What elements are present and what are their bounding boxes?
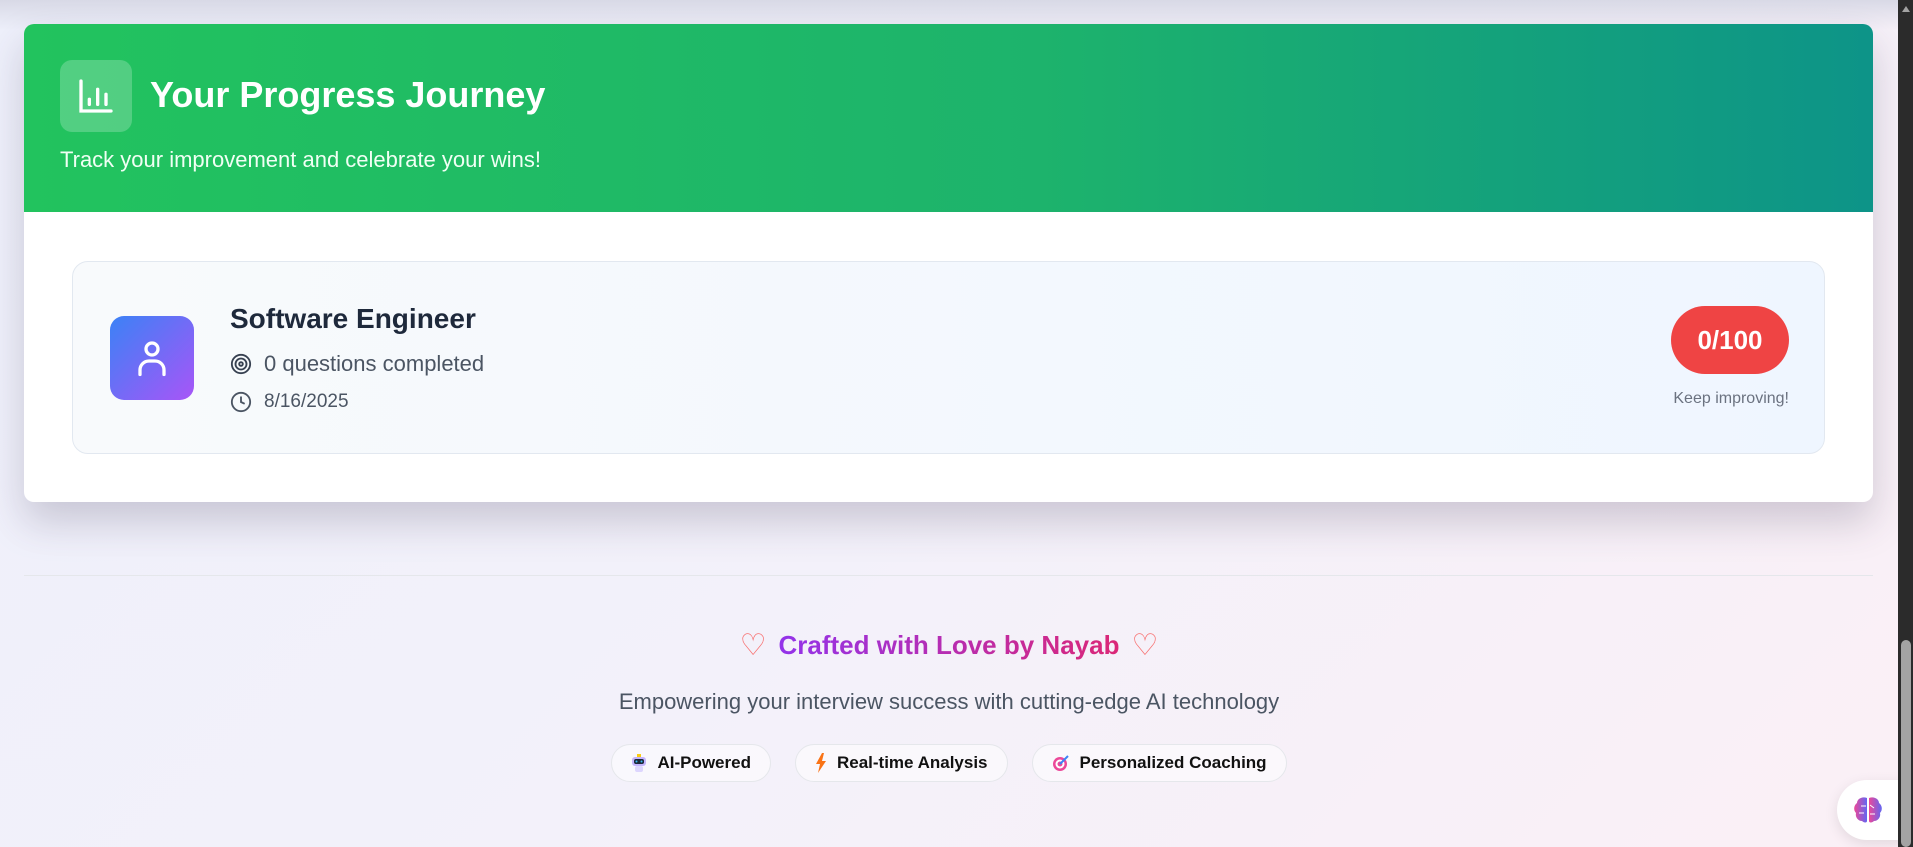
score-feedback: Keep improving! xyxy=(1673,390,1789,407)
chip-ai-powered: AI-Powered xyxy=(611,744,771,782)
user-icon xyxy=(110,316,194,400)
chip-personalized-coaching: Personalized Coaching xyxy=(1031,744,1287,782)
robot-icon xyxy=(632,754,647,772)
footer-tagline: Empowering your interview success with c… xyxy=(618,689,1280,714)
credit-text: Crafted with Love by Nayab xyxy=(778,630,1120,660)
chip-realtime-analysis: Real-time Analysis xyxy=(794,744,1008,782)
session-date: 8/16/2025 xyxy=(264,391,349,412)
session-role: Software Engineer xyxy=(230,303,476,334)
ai-assistant-button[interactable] xyxy=(1837,780,1907,840)
heart-icon: ♡ xyxy=(739,629,767,662)
page-title: Your Progress Journey xyxy=(150,74,546,115)
target-icon xyxy=(230,353,252,375)
progress-header: Your Progress Journey Track your improve… xyxy=(24,24,1873,212)
feature-chips: AI-Powered Real-time Analysis Personaliz… xyxy=(0,744,1898,782)
clock-icon xyxy=(230,391,252,413)
footer-divider xyxy=(24,575,1873,576)
chip-label: AI-Powered xyxy=(657,753,751,772)
questions-completed: 0 questions completed xyxy=(264,351,485,376)
chip-label: Real-time Analysis xyxy=(836,753,988,772)
lightning-icon xyxy=(815,753,826,773)
scrollbar[interactable] xyxy=(1898,0,1913,847)
session-item[interactable]: Software Engineer 0 questions completed … xyxy=(72,261,1825,454)
brain-icon xyxy=(1854,797,1882,823)
chip-label: Personalized Coaching xyxy=(1079,753,1267,772)
target-icon xyxy=(1052,755,1069,771)
scroll-up-arrow-icon[interactable] xyxy=(1902,6,1910,12)
heart-icon: ♡ xyxy=(1131,629,1159,662)
score-badge: 0/100 xyxy=(1671,306,1789,374)
page-subtitle: Track your improvement and celebrate you… xyxy=(60,147,541,172)
footer-credit: ♡ Crafted with Love by Nayab ♡ xyxy=(0,628,1898,663)
bar-chart-icon xyxy=(60,60,132,132)
scrollbar-thumb[interactable] xyxy=(1901,640,1911,847)
progress-card: Your Progress Journey Track your improve… xyxy=(24,24,1873,502)
